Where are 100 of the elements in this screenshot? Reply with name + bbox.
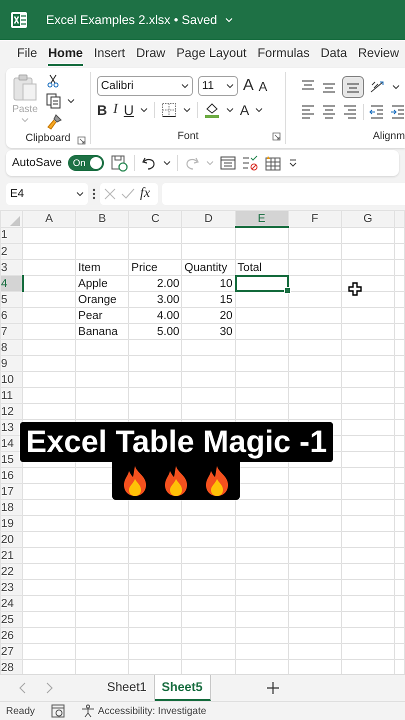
- accessibility-status[interactable]: Accessibility: Investigate: [98, 706, 206, 716]
- row-header[interactable]: 22: [0, 564, 23, 580]
- row-header[interactable]: 12: [0, 404, 23, 420]
- font-size-dropdown[interactable]: 11: [198, 76, 238, 96]
- column-header[interactable]: B: [76, 210, 129, 227]
- caret-icon[interactable]: [67, 98, 75, 104]
- italic-button[interactable]: I: [113, 102, 118, 118]
- align-center-icon[interactable]: [321, 104, 337, 120]
- insert-function-button[interactable]: fx: [140, 186, 150, 202]
- font-name-dropdown[interactable]: Calibri: [97, 76, 193, 96]
- row-header[interactable]: 1: [0, 227, 23, 244]
- accessibility-icon[interactable]: [80, 704, 95, 718]
- row-header[interactable]: 27: [0, 644, 23, 660]
- add-sheet-icon[interactable]: [266, 682, 279, 694]
- form-icon[interactable]: [220, 155, 236, 171]
- active-cell[interactable]: [234, 275, 289, 292]
- row-header[interactable]: 3: [0, 260, 23, 276]
- align-right-icon[interactable]: [342, 104, 358, 120]
- name-box[interactable]: E4: [6, 183, 88, 205]
- more-options-icon[interactable]: [92, 188, 96, 200]
- check-icon[interactable]: [121, 188, 135, 200]
- column-header[interactable]: A: [22, 210, 76, 227]
- row-header[interactable]: 25: [0, 612, 23, 628]
- row-header[interactable]: 19: [0, 516, 23, 532]
- underline-button[interactable]: U: [124, 102, 134, 118]
- clipboard-icon[interactable]: [12, 74, 38, 102]
- column-header[interactable]: D: [182, 210, 236, 227]
- menu-tab[interactable]: Home: [48, 46, 83, 66]
- dialog-launcher-icon[interactable]: [272, 132, 281, 141]
- table-cell: Quantity: [184, 262, 228, 274]
- copy-icon[interactable]: [46, 93, 62, 109]
- fill-bucket-icon[interactable]: [204, 102, 220, 118]
- status-text: Ready: [6, 706, 35, 716]
- column-header[interactable]: G: [341, 210, 394, 227]
- row-header[interactable]: 18: [0, 500, 23, 516]
- font-color-button[interactable]: A: [240, 102, 250, 118]
- table-cell: Orange: [78, 294, 117, 306]
- caret-icon[interactable]: [226, 83, 234, 89]
- caret-icon[interactable]: [392, 84, 400, 90]
- menu-tab[interactable]: Page Layout: [176, 46, 247, 66]
- scissors-icon[interactable]: [46, 74, 60, 88]
- column-header[interactable]: F: [288, 210, 342, 227]
- row-header[interactable]: 9: [0, 356, 23, 372]
- dialog-launcher-icon[interactable]: [77, 136, 86, 145]
- caret-icon[interactable]: [140, 107, 148, 113]
- row-header[interactable]: 26: [0, 628, 23, 644]
- increase-indent-icon[interactable]: [390, 104, 405, 120]
- row-header[interactable]: 2: [0, 244, 23, 260]
- caret-icon[interactable]: [255, 107, 264, 113]
- row-header[interactable]: 8: [0, 340, 23, 356]
- menu-tab[interactable]: Data: [320, 46, 348, 66]
- caret-icon[interactable]: [162, 160, 171, 166]
- table-cell: Price: [131, 262, 158, 274]
- align-left-icon[interactable]: [300, 104, 316, 120]
- spreadsheet-logo-icon[interactable]: [10, 11, 28, 29]
- menu-tab[interactable]: Review: [358, 46, 400, 66]
- bold-button[interactable]: B: [97, 102, 108, 118]
- decrease-indent-icon[interactable]: [369, 104, 385, 120]
- cross-cursor-icon: [348, 282, 362, 296]
- menu-tab[interactable]: Insert: [94, 46, 126, 66]
- save-sync-icon[interactable]: [110, 154, 128, 172]
- column-header[interactable]: C: [128, 210, 182, 227]
- fill-handle[interactable]: [284, 287, 291, 294]
- row-header[interactable]: 20: [0, 532, 23, 548]
- undo-icon[interactable]: [140, 155, 157, 171]
- caret-icon[interactable]: [226, 107, 234, 113]
- menu-tab[interactable]: Draw: [136, 46, 166, 66]
- menu-tab[interactable]: File: [17, 46, 38, 66]
- row-header[interactable]: 23: [0, 580, 23, 596]
- table-cell: 2.00: [157, 278, 180, 290]
- borders-icon[interactable]: [160, 102, 177, 118]
- file-name[interactable]: Excel Examples 2.xlsx • Saved: [46, 13, 218, 27]
- menu-tab[interactable]: Formulas: [258, 46, 310, 66]
- row-header[interactable]: 24: [0, 596, 23, 612]
- row-header[interactable]: 4: [0, 276, 23, 292]
- caret-icon[interactable]: [76, 191, 84, 197]
- table-cell: 15: [220, 294, 233, 306]
- macro-icon[interactable]: [50, 704, 65, 718]
- column-header[interactable]: E: [235, 210, 288, 227]
- grow-font-button[interactable]: A: [243, 77, 254, 95]
- shrink-font-button[interactable]: A: [258, 78, 268, 94]
- table-icon[interactable]: [264, 155, 282, 171]
- row-header[interactable]: 7: [0, 324, 23, 340]
- align-bottom-icon[interactable]: [342, 76, 364, 98]
- row-header[interactable]: 28: [0, 660, 23, 674]
- row-header[interactable]: 16: [0, 468, 23, 484]
- row-header[interactable]: 6: [0, 308, 23, 324]
- row-header[interactable]: 5: [0, 292, 23, 308]
- caret-icon[interactable]: [182, 107, 191, 113]
- checklist-icon[interactable]: [242, 155, 258, 171]
- row-header[interactable]: 17: [0, 484, 23, 500]
- customize-caret-icon[interactable]: [288, 158, 298, 168]
- autosave-toggle[interactable]: On: [68, 155, 104, 171]
- paintbrush-icon[interactable]: [46, 114, 62, 130]
- caret-icon[interactable]: [181, 83, 189, 89]
- row-header[interactable]: 21: [0, 548, 23, 564]
- group-label: Font: [177, 130, 198, 142]
- row-header[interactable]: 11: [0, 388, 23, 404]
- sheet-tab[interactable]: Sheet5: [154, 675, 211, 701]
- row-header[interactable]: 10: [0, 372, 23, 388]
